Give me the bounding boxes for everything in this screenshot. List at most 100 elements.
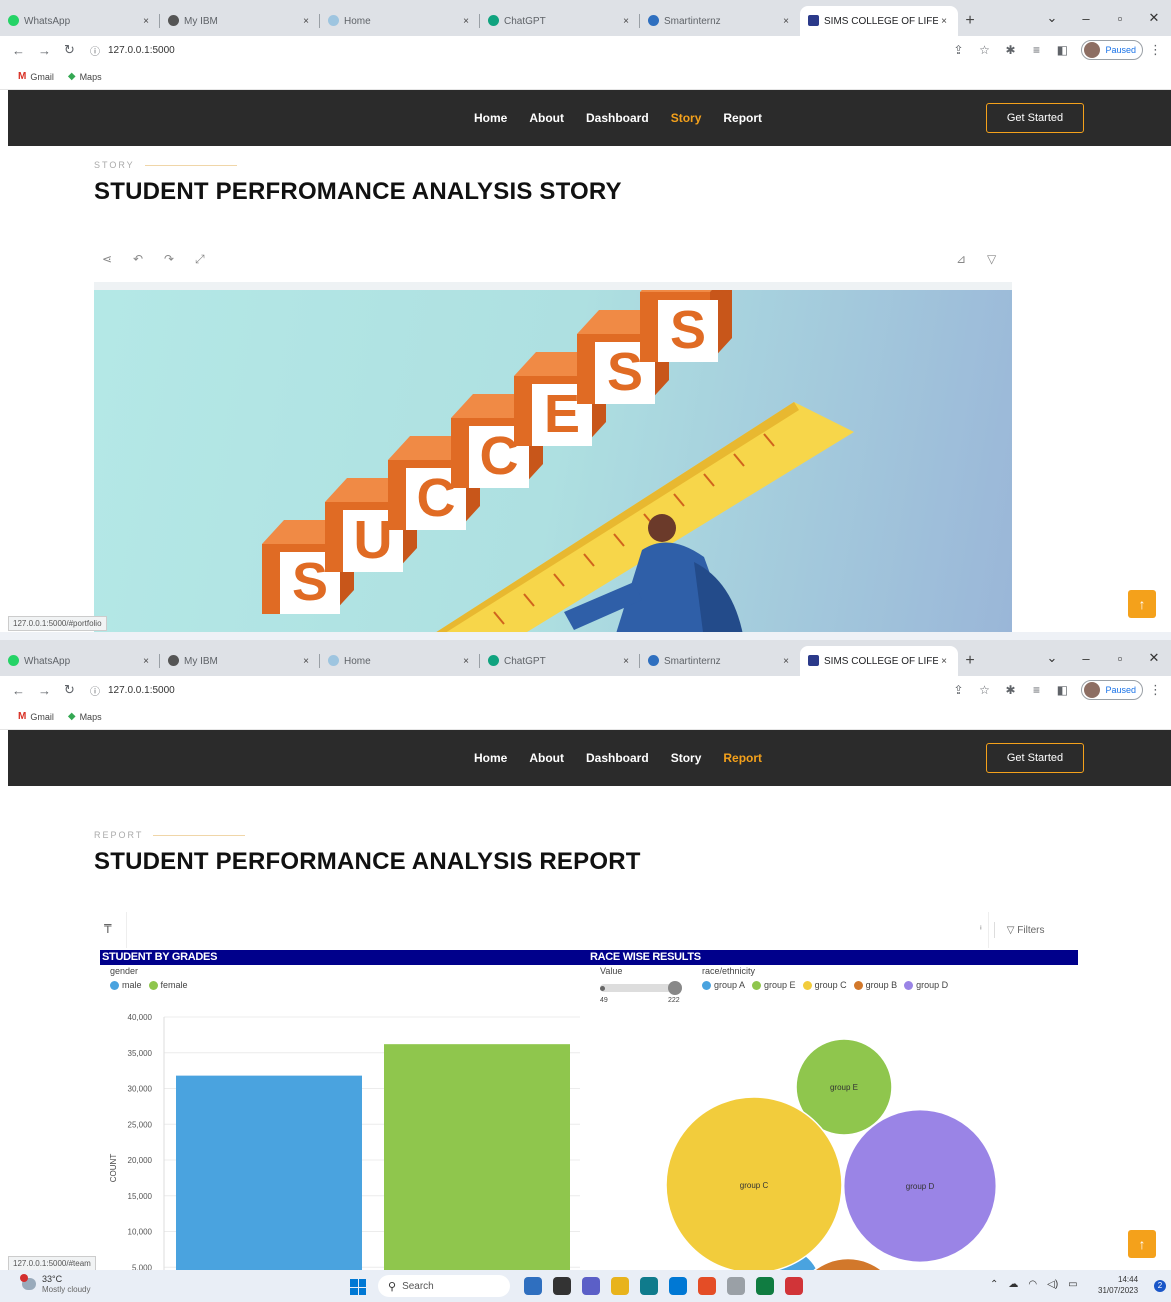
close-icon[interactable]: ×: [620, 16, 632, 27]
nav-link-dashboard[interactable]: Dashboard: [586, 751, 649, 765]
legend-item-female[interactable]: female: [148, 980, 188, 990]
legend-item-group-A[interactable]: group A: [702, 980, 745, 990]
wifi-icon[interactable]: ◠: [1028, 1279, 1037, 1290]
bookmark-maps[interactable]: ◆ Maps: [68, 71, 102, 82]
new-tab-button[interactable]: +: [958, 646, 982, 676]
tab-home[interactable]: Home ×: [320, 6, 480, 36]
notification-badge-icon[interactable]: 2: [1154, 1280, 1166, 1292]
more-menu-icon[interactable]: ⋮: [1149, 42, 1162, 58]
legend-item-group-B[interactable]: group B: [853, 980, 897, 990]
chevron-up-icon[interactable]: ⌃: [990, 1279, 998, 1290]
tab-chatgpt[interactable]: ChatGPT ×: [480, 6, 640, 36]
info-icon[interactable]: ⁱ: [980, 925, 982, 936]
tab-smartinternz[interactable]: Smartinternz ×: [640, 646, 800, 676]
bookmark-gmail[interactable]: M Gmail: [18, 71, 54, 82]
url-field[interactable]: ⓘ 127.0.0.1:5000: [90, 679, 945, 701]
reload-icon[interactable]: ↻: [64, 42, 90, 58]
slider-min-handle[interactable]: [600, 986, 605, 991]
taskbar-search[interactable]: ⚲ Search: [378, 1275, 510, 1297]
chart-view-icon[interactable]: ⊿: [956, 252, 987, 266]
close-icon[interactable]: ×: [300, 16, 312, 27]
tab-chatgpt[interactable]: ChatGPT ×: [480, 646, 640, 676]
bookmark-gmail[interactable]: M Gmail: [18, 711, 54, 722]
back-icon[interactable]: ←: [12, 43, 38, 58]
profile-button[interactable]: Paused: [1081, 40, 1143, 60]
slider-max-handle[interactable]: [668, 981, 682, 995]
nav-link-about[interactable]: About: [529, 111, 564, 125]
site-info-icon[interactable]: ⓘ: [90, 683, 100, 698]
back-icon[interactable]: ←: [12, 683, 38, 698]
nav-link-story[interactable]: Story: [671, 111, 702, 125]
taskbar-app-icon[interactable]: [524, 1277, 542, 1295]
taskbar-app-icon[interactable]: [611, 1277, 629, 1295]
clock[interactable]: 14:44 31/07/2023: [1098, 1274, 1138, 1296]
tab-search-icon[interactable]: ⌄: [1035, 10, 1069, 26]
nav-link-home[interactable]: Home: [474, 751, 507, 765]
side-panel-icon[interactable]: ◧: [1049, 43, 1075, 57]
extensions-icon[interactable]: ✱: [997, 43, 1023, 57]
windows-start-icon[interactable]: [350, 1279, 366, 1295]
tab-sims-college[interactable]: SIMS COLLEGE OF LIFE SCI ×: [800, 6, 958, 36]
bookmark-maps[interactable]: ◆ Maps: [68, 711, 102, 722]
profile-button[interactable]: Paused: [1081, 680, 1143, 700]
weather-widget[interactable]: 33°C Mostly cloudy: [20, 1274, 90, 1294]
bookmark-star-icon[interactable]: ☆: [971, 43, 997, 57]
taskbar-app-icon[interactable]: [785, 1277, 803, 1295]
nav-link-about[interactable]: About: [529, 751, 564, 765]
tab-search-icon[interactable]: ⌄: [1035, 650, 1069, 666]
filter-icon[interactable]: ▽: [987, 252, 1018, 266]
reading-list-icon[interactable]: ≡: [1023, 683, 1049, 697]
close-icon[interactable]: ×: [140, 656, 152, 667]
fullscreen-icon[interactable]: ⤢: [195, 252, 226, 267]
extensions-icon[interactable]: ✱: [997, 683, 1023, 697]
more-menu-icon[interactable]: ⋮: [1149, 682, 1162, 698]
close-icon[interactable]: ×: [140, 16, 152, 27]
close-icon[interactable]: ×: [938, 16, 950, 27]
scroll-top-button[interactable]: ↑: [1128, 1230, 1156, 1258]
taskbar-app-icon[interactable]: [553, 1277, 571, 1295]
bookmark-star-icon[interactable]: ☆: [971, 683, 997, 697]
maximize-icon[interactable]: ▫: [1103, 651, 1137, 666]
reading-list-icon[interactable]: ≡: [1023, 43, 1049, 57]
new-tab-button[interactable]: +: [958, 6, 982, 36]
taskbar-app-icon[interactable]: [640, 1277, 658, 1295]
redo-icon[interactable]: ↷: [164, 252, 195, 267]
nav-link-dashboard[interactable]: Dashboard: [586, 111, 649, 125]
close-icon[interactable]: ×: [780, 656, 792, 667]
close-icon[interactable]: ×: [620, 656, 632, 667]
nav-link-report[interactable]: Report: [723, 111, 762, 125]
filters-button[interactable]: ▽ Filters: [1007, 925, 1045, 936]
tab-home[interactable]: Home ×: [320, 646, 480, 676]
forward-icon[interactable]: →: [38, 683, 64, 698]
taskbar-app-icon[interactable]: [669, 1277, 687, 1295]
site-info-icon[interactable]: ⓘ: [90, 43, 100, 58]
share-icon[interactable]: ⇪: [945, 683, 971, 697]
legend-item-male[interactable]: male: [110, 980, 142, 990]
tab-my-ibm[interactable]: My IBM ×: [160, 6, 320, 36]
scroll-top-button[interactable]: ↑: [1128, 590, 1156, 618]
onedrive-icon[interactable]: ☁: [1008, 1279, 1018, 1290]
close-icon[interactable]: ×: [300, 656, 312, 667]
tab-my-ibm[interactable]: My IBM ×: [160, 646, 320, 676]
nav-link-report[interactable]: Report: [723, 751, 762, 765]
tab-whatsapp[interactable]: WhatsApp ×: [0, 6, 160, 36]
legend-item-group-D[interactable]: group D: [904, 980, 948, 990]
tab-smartinternz[interactable]: Smartinternz ×: [640, 6, 800, 36]
legend-item-group-E[interactable]: group E: [752, 980, 796, 990]
share-icon[interactable]: ⋖: [102, 252, 133, 267]
minimize-icon[interactable]: –: [1069, 651, 1103, 666]
url-field[interactable]: ⓘ 127.0.0.1:5000: [90, 39, 945, 61]
tab-sims-college[interactable]: SIMS COLLEGE OF LIFE SCI ×: [800, 646, 958, 676]
taskbar-app-icon[interactable]: [727, 1277, 745, 1295]
close-icon[interactable]: ×: [460, 656, 472, 667]
legend-item-group-C[interactable]: group C: [802, 980, 847, 990]
taskbar-app-icon[interactable]: [756, 1277, 774, 1295]
nav-link-home[interactable]: Home: [474, 111, 507, 125]
nav-link-story[interactable]: Story: [671, 751, 702, 765]
taskbar-app-icon[interactable]: [582, 1277, 600, 1295]
volume-icon[interactable]: ◁): [1047, 1279, 1058, 1290]
close-icon[interactable]: ×: [460, 16, 472, 27]
battery-icon[interactable]: ▭: [1068, 1279, 1077, 1290]
close-icon[interactable]: ×: [938, 656, 950, 667]
side-panel-icon[interactable]: ◧: [1049, 683, 1075, 697]
